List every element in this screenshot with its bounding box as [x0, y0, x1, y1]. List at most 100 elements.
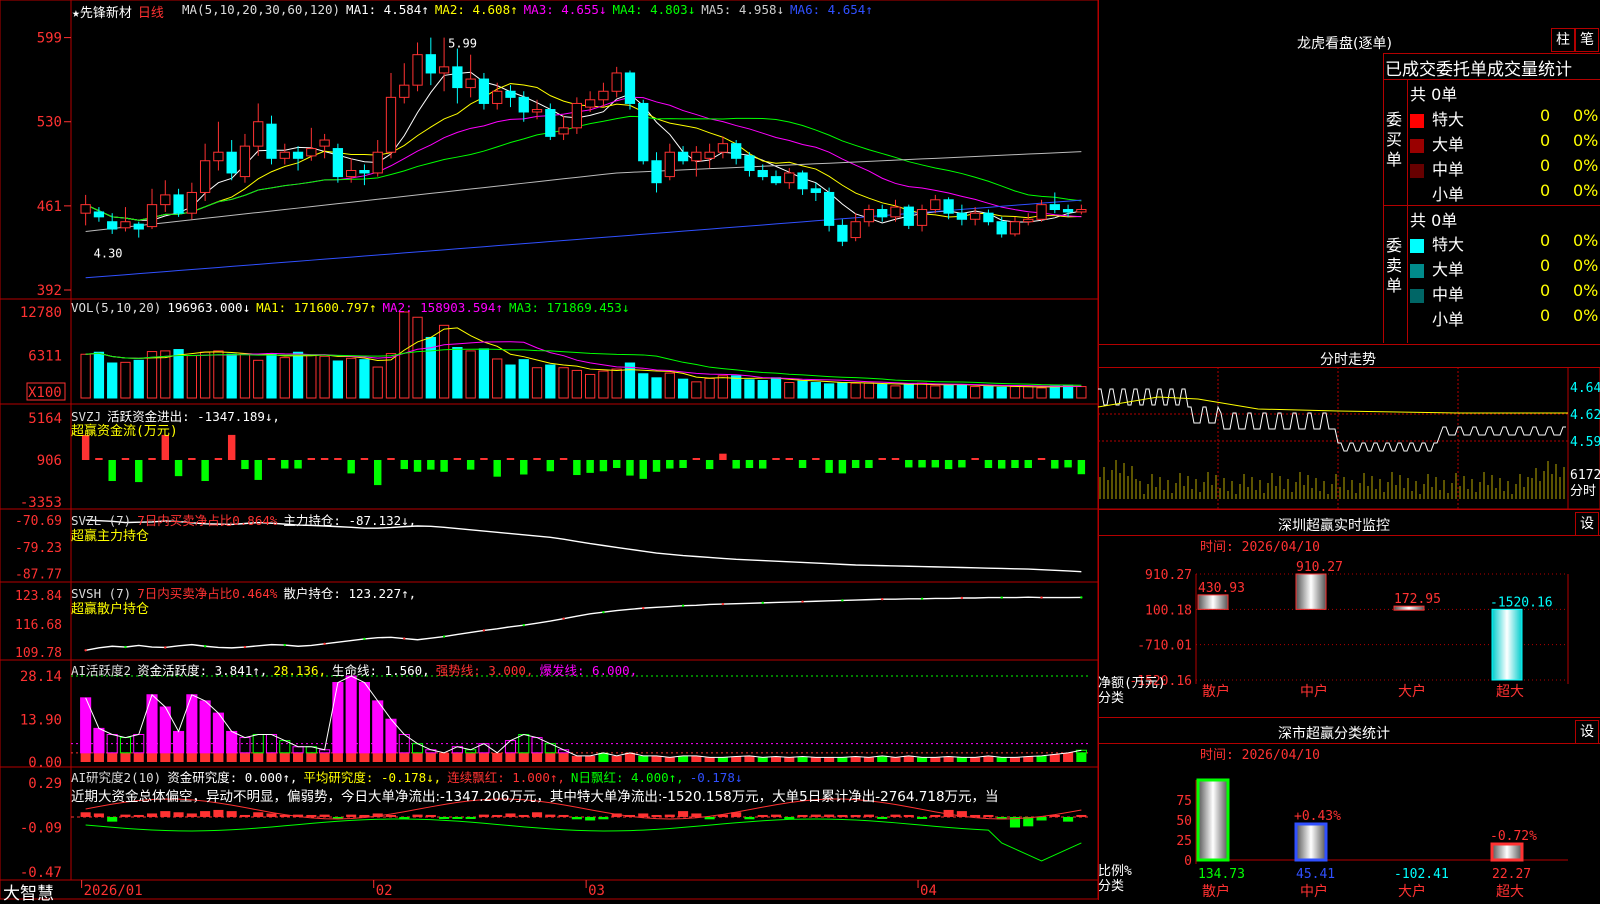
vol-bar: [332, 360, 344, 399]
ai1-base-bar: [239, 752, 250, 762]
main-header-item: MA3: 4.655↓: [523, 2, 607, 17]
vol-bar: [823, 383, 835, 399]
vol-bar: [465, 350, 476, 399]
ai2-bar: [173, 812, 184, 817]
svzj-bar: [1037, 457, 1046, 460]
ai1-base-bar: [903, 755, 914, 762]
ai2-bar: [346, 814, 357, 817]
row-pct: 0%: [1573, 156, 1599, 175]
svsh-dot: [721, 602, 725, 606]
buy-row: 小单: [1410, 181, 1464, 205]
classify-bar: [1294, 822, 1328, 862]
candle: [385, 96, 397, 153]
ai2-bar: [1063, 816, 1074, 822]
svsh-dot: [243, 645, 247, 649]
kline-chart-area[interactable]: 599 530 461 392 5.99 4.30 12780 6311 X100 5164 906…: [0, 0, 1100, 900]
row-label: 中单: [1432, 160, 1465, 179]
classify-settings-button[interactable]: 设: [1575, 720, 1599, 744]
ai2-bar: [200, 811, 211, 817]
column-view-button[interactable]: 柱: [1551, 28, 1575, 52]
ai1-base-bar: [983, 755, 994, 762]
svzj-bar: [533, 457, 541, 460]
vol-bar: [757, 380, 768, 399]
y-tick-label: 28.14: [20, 669, 62, 685]
ai1-bar: [212, 712, 224, 754]
ai1-base-bar: [399, 752, 410, 762]
svsh-dot: [881, 598, 884, 601]
tick-view-button[interactable]: 笔: [1575, 28, 1599, 52]
vol-bar: [877, 384, 888, 399]
svzj-bar: [148, 457, 156, 460]
vol-bar: [279, 357, 290, 399]
dragon-tab[interactable]: 已成交委托单成交量统计: [1385, 55, 1572, 80]
svzj-bar: [108, 459, 116, 482]
ai2-bar: [678, 811, 689, 817]
sell-row: 中单: [1410, 281, 1464, 305]
svzj-bar: [174, 459, 183, 477]
vol-bar: [372, 366, 383, 399]
legend-swatch: [1410, 288, 1424, 303]
candle: [1009, 221, 1021, 235]
svzj-bar: [573, 459, 581, 476]
svzj-bar: [599, 459, 608, 472]
svzj-bar: [679, 459, 687, 468]
candle: [956, 212, 968, 220]
svzj-bar: [984, 459, 993, 468]
svzj-bar: [705, 459, 714, 470]
ai1-bar: [531, 737, 543, 754]
ai1-base-bar: [107, 752, 118, 762]
vol-bar: [253, 359, 264, 399]
legend-swatch: [1410, 263, 1424, 278]
ai2-header-item: 平均研究度: -0.178↓,: [303, 770, 442, 785]
classify-category: 散户: [1202, 883, 1230, 900]
svsh-dot: [1080, 596, 1083, 599]
buy-row: 特大: [1410, 106, 1464, 130]
ai2-bar: [518, 814, 529, 817]
ai2-bar: [107, 816, 118, 822]
y-tick-label: -3353: [20, 495, 62, 511]
candle: [823, 191, 835, 226]
ai2-bar: [439, 816, 450, 819]
candle: [306, 148, 317, 157]
vol-bar: [943, 384, 954, 399]
classify-category: 超大: [1496, 884, 1524, 900]
vol-bar: [691, 381, 702, 399]
ai1-base-bar: [266, 752, 277, 762]
vol-bar: [744, 379, 755, 399]
svsh-dot: [522, 623, 525, 627]
period-label[interactable]: 日线: [138, 6, 164, 21]
buy-row: 中单: [1410, 156, 1464, 180]
svsh-header-item: 7日内买卖净占比0.464%: [137, 586, 278, 601]
classify-pct-label: -0.72%: [1490, 829, 1537, 844]
ai1-base-bar: [598, 752, 609, 762]
row-label: 中单: [1432, 285, 1465, 304]
ai2-bar: [558, 814, 569, 817]
ai2-bar: [412, 814, 423, 817]
ai1-header: AI活跃度2 资金活跃度: 3.841↑, 28.136, 生命线: 1.560, 强势…: [71, 660, 643, 679]
vol-bar: [611, 368, 622, 399]
svzj-bar: [320, 457, 329, 460]
buy-side-text: 委买单: [1386, 110, 1403, 169]
intraday-price-line: [1098, 388, 1566, 452]
ai2-bar: [492, 814, 503, 817]
monitor-category: 中户: [1300, 683, 1328, 700]
vol-bar: [239, 353, 251, 399]
main-header-item: MA4: 4.803↓: [612, 2, 696, 17]
candle: [186, 191, 197, 214]
ai2-bar: [253, 812, 264, 817]
candle: [916, 209, 928, 226]
candle: [1036, 204, 1047, 220]
vol-bar: [930, 385, 941, 399]
vol-header-item: VOL(5,10,20): [71, 300, 162, 315]
classify-y-label: 50: [1176, 814, 1192, 829]
ai2-bar: [863, 814, 874, 817]
monitor-settings-button[interactable]: 设: [1575, 512, 1599, 536]
low-label: 4.30: [94, 247, 123, 261]
vol-header-item: 196963.000↓: [167, 300, 251, 315]
main-header-item: MA6: 4.654↑: [790, 2, 873, 17]
vol-bar: [173, 349, 184, 399]
svzj-bar: [294, 459, 302, 469]
ai1-base-bar: [372, 752, 383, 762]
candle: [797, 172, 808, 190]
svzj-bar: [241, 459, 249, 470]
